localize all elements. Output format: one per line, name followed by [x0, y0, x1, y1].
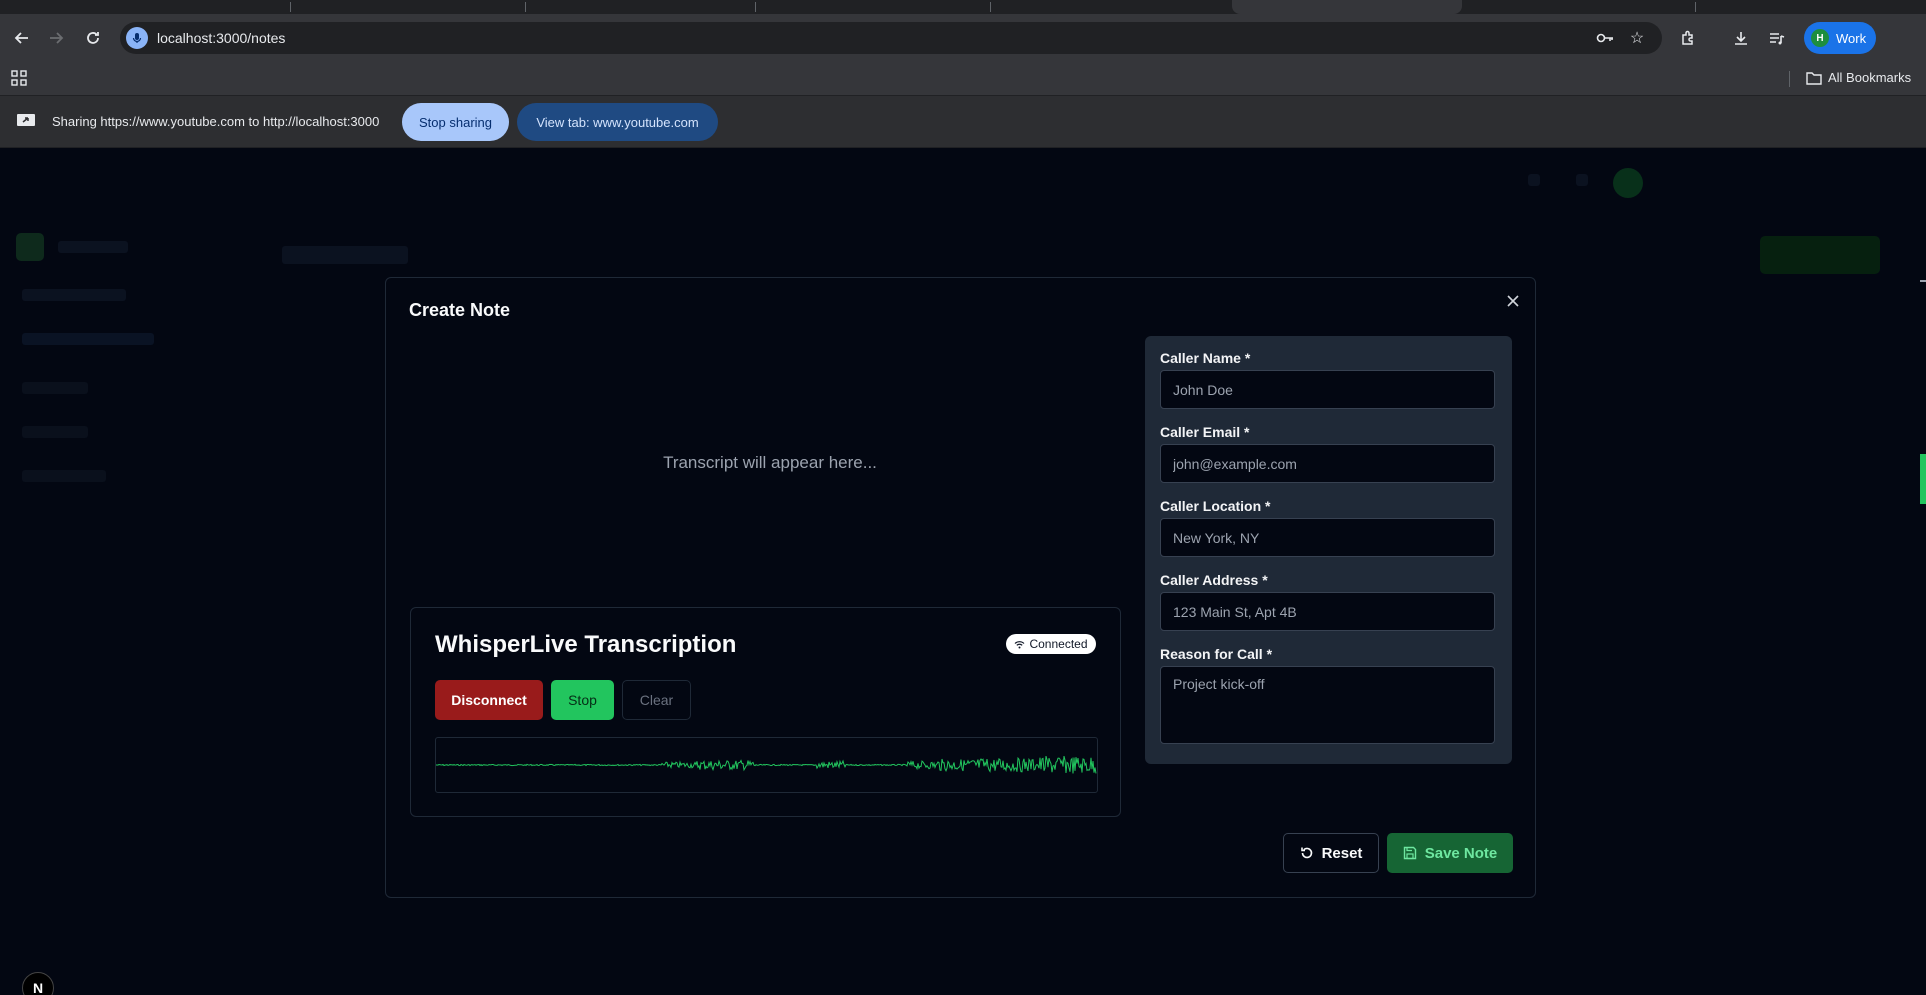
sidebar-item-dashboard: [22, 289, 126, 301]
caller-name-label: Caller Name *: [1160, 350, 1251, 366]
status-badge: Connected: [1006, 634, 1096, 654]
address-bar[interactable]: localhost:3000/notes ☆: [120, 22, 1662, 54]
star-icon[interactable]: ☆: [1627, 28, 1647, 48]
extensions-icon[interactable]: [1676, 26, 1700, 50]
whisperlive-panel: WhisperLive Transcription Connected Disc…: [410, 607, 1121, 817]
status-text: Connected: [1029, 637, 1088, 651]
arrow-left-icon: [14, 32, 28, 44]
sidebar-item-manage-users: [22, 333, 154, 345]
stop-button[interactable]: Stop: [551, 680, 614, 720]
reload-icon: [87, 32, 99, 44]
bookmarks-bar: All Bookmarks: [0, 62, 1926, 96]
new-note-button-placeholder: [1760, 236, 1880, 274]
sharing-message: Sharing https://www.youtube.com to http:…: [52, 114, 380, 129]
transcript-placeholder: Transcript will appear here...: [663, 453, 877, 472]
profile-button[interactable]: H Work: [1804, 22, 1876, 54]
caller-name-input[interactable]: [1160, 370, 1495, 409]
sidebar-item-dials: [22, 426, 88, 438]
tab-separator: [1695, 2, 1696, 12]
folder-icon: [1806, 71, 1822, 85]
arrow-right-icon: [50, 32, 64, 44]
stop-sharing-button[interactable]: Stop sharing: [402, 103, 509, 141]
disconnect-button[interactable]: Disconnect: [435, 680, 543, 720]
page-title-placeholder: [282, 246, 408, 264]
forward-button[interactable]: [42, 24, 70, 52]
audio-waveform: [435, 737, 1098, 793]
caller-email-input[interactable]: [1160, 444, 1495, 483]
url-text: localhost:3000/notes: [157, 30, 286, 46]
microphone-icon[interactable]: [126, 27, 148, 49]
dialog-title: Create Note: [409, 300, 511, 320]
reset-label: Reset: [1321, 844, 1363, 862]
reset-icon: [1300, 847, 1312, 859]
save-icon: [1403, 846, 1416, 860]
close-icon: [1507, 295, 1519, 307]
reason-label: Reason for Call *: [1160, 646, 1273, 662]
back-button[interactable]: [8, 24, 36, 52]
reason-textarea[interactable]: [1160, 666, 1495, 744]
all-bookmarks-label: All Bookmarks: [1828, 70, 1912, 85]
sidebar-item-settings: [22, 470, 106, 482]
whisperlive-title: WhisperLive Transcription: [435, 631, 737, 658]
caller-location-label: Caller Location *: [1160, 498, 1271, 514]
screen-sharing-bar: Sharing https://www.youtube.com to http:…: [0, 96, 1926, 148]
scrollbar-track[interactable]: [1920, 280, 1926, 282]
scrollbar-thumb[interactable]: [1920, 454, 1926, 504]
bookmarks-separator: [1789, 71, 1790, 87]
tab-separator: [290, 2, 291, 12]
tab-separator: [525, 2, 526, 12]
password-key-icon[interactable]: [1595, 28, 1615, 48]
reload-button[interactable]: [79, 24, 107, 52]
browser-toolbar: localhost:3000/notes ☆ H Work: [0, 14, 1926, 62]
clear-button[interactable]: Clear: [622, 680, 691, 720]
search-icon-placeholder: [1528, 174, 1540, 186]
settings-icon-placeholder: [1576, 174, 1588, 186]
tab-separator: [990, 2, 991, 12]
create-note-dialog: Create Note Transcript will appear here.…: [385, 277, 1536, 898]
caller-email-label: Caller Email *: [1160, 424, 1250, 440]
all-bookmarks-button[interactable]: All Bookmarks: [1806, 70, 1911, 85]
caller-address-label: Caller Address *: [1160, 572, 1268, 588]
profile-label: Work: [1836, 30, 1867, 46]
apps-grid-icon[interactable]: [10, 69, 30, 89]
screen-share-icon: [17, 114, 35, 126]
avatar: H: [1811, 29, 1829, 47]
reset-button[interactable]: Reset: [1283, 833, 1379, 873]
wifi-icon: [1015, 640, 1025, 648]
media-controls-icon[interactable]: [1765, 26, 1789, 50]
app-name-placeholder: [58, 241, 128, 253]
active-tab[interactable]: [1232, 0, 1462, 14]
caller-address-input[interactable]: [1160, 592, 1495, 631]
view-tab-button[interactable]: View tab: www.youtube.com: [517, 103, 718, 141]
waveform-graph: [436, 755, 1097, 774]
caller-form: Caller Name * Caller Email * Caller Loca…: [1145, 336, 1512, 764]
caller-location-input[interactable]: [1160, 518, 1495, 557]
save-note-label: Save Note: [1424, 844, 1498, 862]
app-logo: [16, 233, 44, 261]
download-icon[interactable]: [1729, 26, 1753, 50]
close-button[interactable]: [1504, 292, 1522, 310]
sidebar-item-notes: [22, 382, 88, 394]
save-note-button[interactable]: Save Note: [1387, 833, 1513, 873]
tab-separator: [755, 2, 756, 12]
browser-tab-strip: [0, 0, 1926, 14]
user-avatar-placeholder: [1613, 168, 1643, 198]
waveform-line: [436, 755, 1097, 774]
